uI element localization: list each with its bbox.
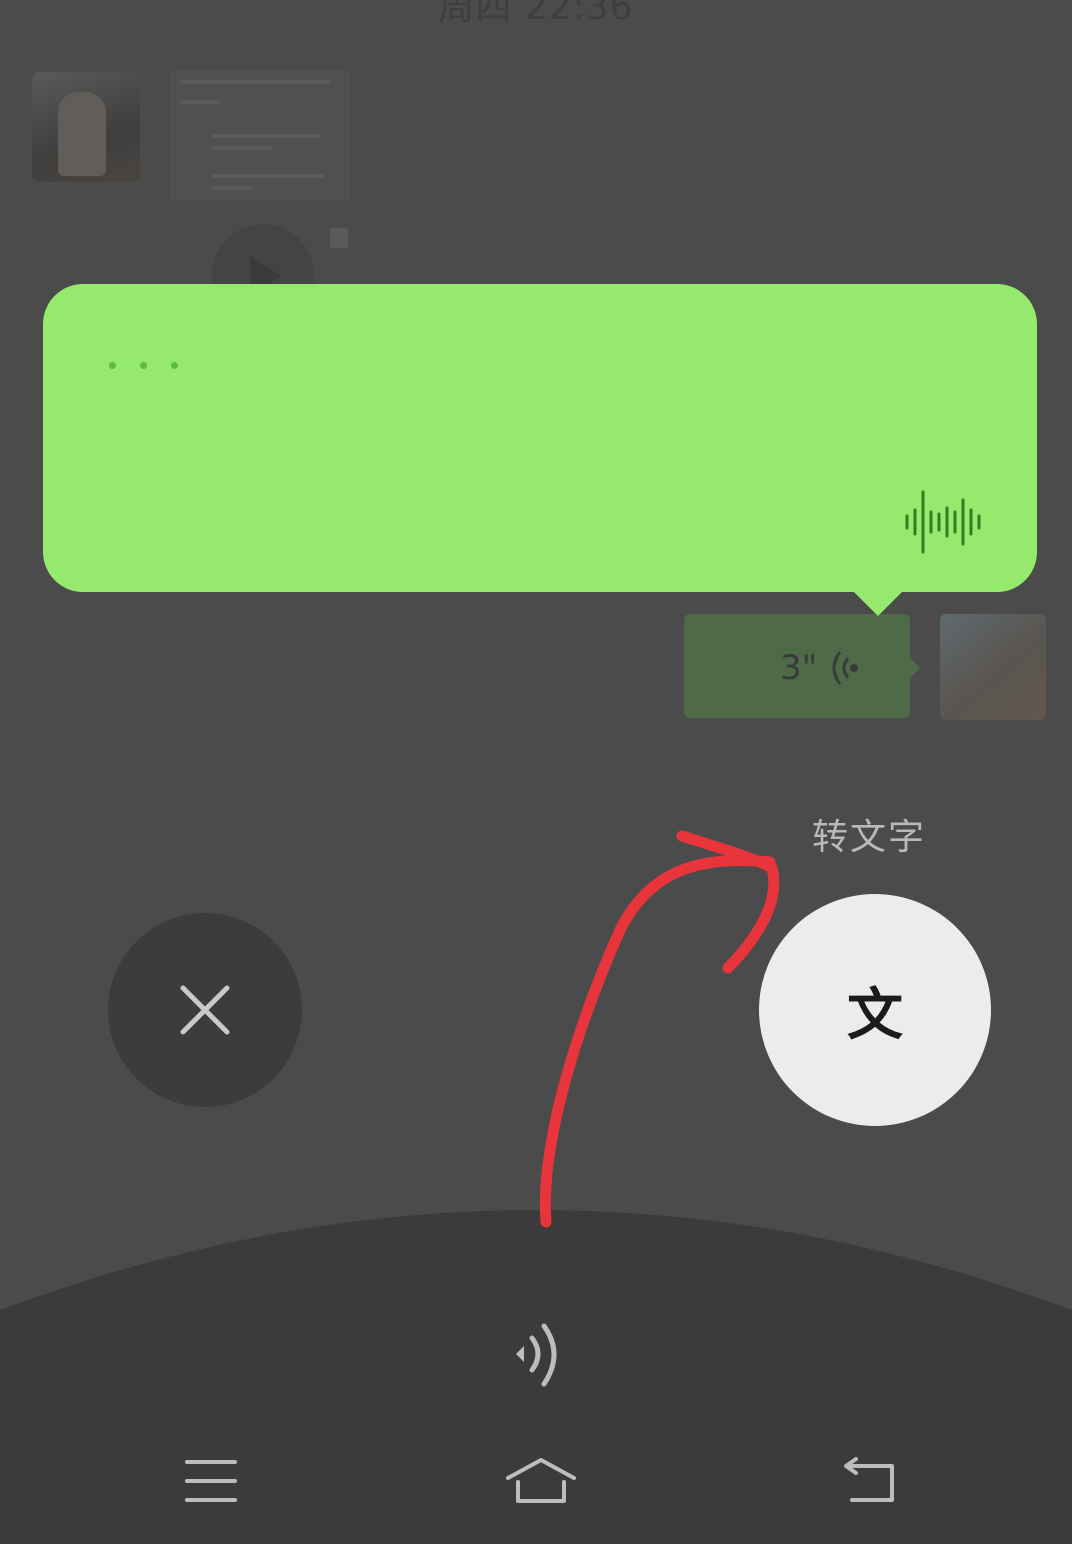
back-icon[interactable] xyxy=(838,1456,898,1504)
home-icon[interactable] xyxy=(504,1456,578,1506)
speaker-icon xyxy=(516,1323,557,1387)
annotation-arrow xyxy=(539,830,780,1228)
menu-icon[interactable] xyxy=(184,1458,238,1504)
